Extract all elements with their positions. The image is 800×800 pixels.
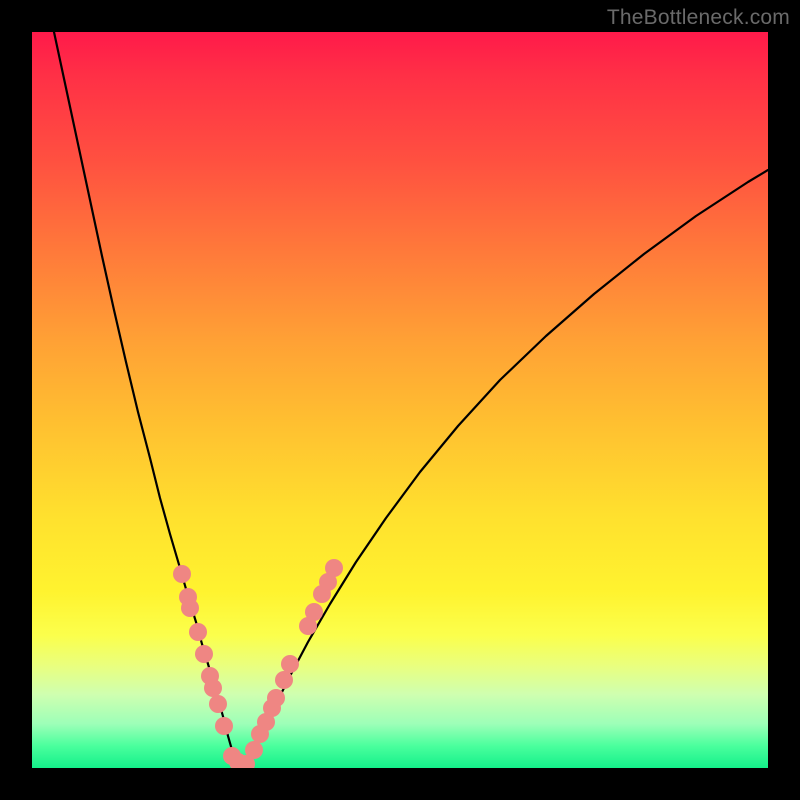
data-marker (275, 671, 293, 689)
data-marker (245, 741, 263, 759)
watermark-text: TheBottleneck.com (607, 6, 790, 30)
data-marker (281, 655, 299, 673)
data-marker (209, 695, 227, 713)
data-marker (267, 689, 285, 707)
chart-area (32, 32, 768, 768)
data-marker (215, 717, 233, 735)
data-marker (181, 599, 199, 617)
data-marker (195, 645, 213, 663)
data-marker (305, 603, 323, 621)
data-marker (173, 565, 191, 583)
curve-right-curve (246, 170, 768, 762)
data-marker (204, 679, 222, 697)
bottleneck-curve-chart (32, 32, 768, 768)
data-marker (189, 623, 207, 641)
outer-frame: TheBottleneck.com (0, 0, 800, 800)
data-marker (325, 559, 343, 577)
